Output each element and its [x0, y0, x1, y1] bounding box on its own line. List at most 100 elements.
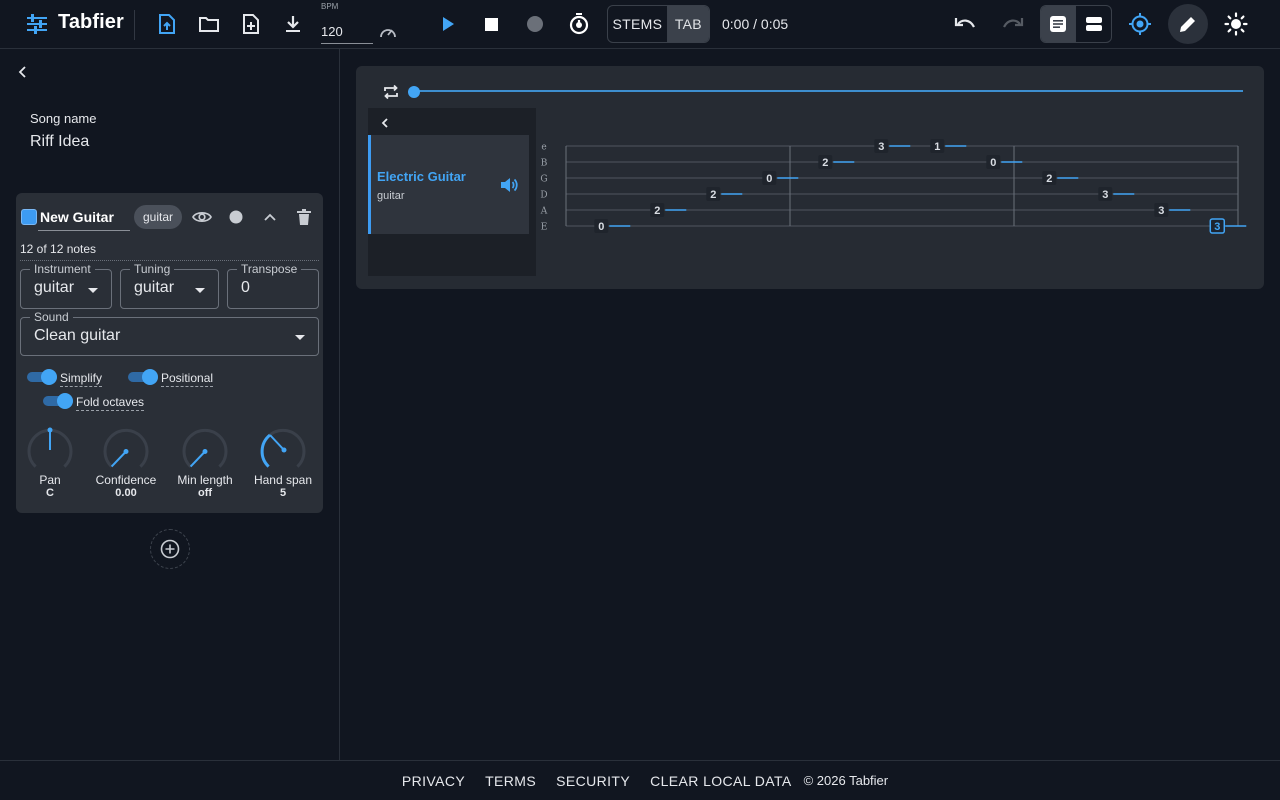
tuning-label: Tuning [130, 262, 175, 276]
terms-link[interactable]: TERMS [475, 773, 546, 789]
track-list-item[interactable]: Electric Guitar guitar [368, 135, 529, 234]
simplify-toggle[interactable] [27, 369, 57, 385]
caret-down-icon [195, 288, 205, 293]
sound-select[interactable]: Sound Clean guitar [20, 310, 319, 356]
speaker-icon [501, 178, 518, 192]
tuning-select[interactable]: Tuning guitar [120, 262, 219, 309]
tab-editor-panel: Electric Guitar guitar eBGDAE 0 2 2 0 2 3 1 0 2 3… [356, 66, 1264, 289]
tempo-button[interactable] [374, 18, 402, 46]
delete-track-button[interactable] [290, 203, 318, 231]
track-name-underline [38, 230, 130, 231]
security-link[interactable]: SECURITY [546, 773, 640, 789]
track-name-field[interactable]: New Guitar [40, 209, 114, 225]
track-color-swatch[interactable] [21, 209, 37, 225]
scrubber-handle[interactable] [408, 86, 420, 98]
chevron-left-icon [381, 118, 388, 128]
confidence-value: 0.00 [115, 487, 137, 499]
tab-note[interactable]: 0 [766, 173, 772, 185]
timeline-scrubber[interactable] [414, 90, 1243, 92]
track-list: Electric Guitar guitar [368, 108, 536, 276]
instrument-label: Instrument [30, 262, 95, 276]
song-name-field[interactable]: Riff Idea [30, 133, 89, 151]
transpose-label: Transpose [237, 262, 302, 276]
app-title: Tabfier [58, 11, 124, 33]
undo-button[interactable] [951, 10, 979, 38]
folder-icon [199, 17, 219, 32]
metronome-button[interactable] [565, 10, 593, 38]
edit-mode-icon-wrap [1174, 10, 1202, 38]
tab-note[interactable]: 3 [1102, 189, 1108, 201]
layout-toggle [1040, 5, 1112, 43]
hand-span-knob[interactable]: Hand span 5 [248, 423, 318, 499]
mute-button[interactable] [499, 176, 519, 194]
collapse-track-button[interactable] [256, 203, 284, 231]
loop-button[interactable] [382, 83, 400, 101]
positional-toggle[interactable] [128, 369, 158, 385]
tab-note[interactable]: 0 [598, 221, 604, 233]
min-length-value: off [197, 487, 213, 499]
mode-stems-button[interactable]: STEMS [608, 6, 668, 42]
new-file-icon [243, 14, 259, 34]
record-button[interactable] [521, 10, 549, 38]
privacy-link[interactable]: PRIVACY [392, 773, 475, 789]
play-button[interactable] [434, 10, 462, 38]
tab-note[interactable]: 2 [822, 157, 828, 169]
tab-note[interactable]: 2 [1046, 173, 1052, 185]
track-solo-button[interactable] [222, 203, 250, 231]
view-mode-toggle: STEMS TAB [607, 5, 710, 43]
track-list-item-name: Electric Guitar [377, 169, 466, 184]
tab-note[interactable]: 2 [654, 205, 660, 217]
clear-local-data-link[interactable]: CLEAR LOCAL DATA [640, 773, 802, 789]
open-folder-button[interactable] [195, 10, 223, 38]
add-track-button[interactable] [150, 529, 190, 569]
caret-down-icon [295, 335, 305, 340]
add-circle-icon [160, 539, 180, 559]
collapse-sidebar-button[interactable] [12, 61, 34, 83]
timer-icon [569, 13, 589, 35]
toggle-thumb [57, 393, 73, 409]
notes-view-button[interactable] [1041, 6, 1077, 42]
tab-note[interactable]: 2 [710, 189, 716, 201]
bpm-input[interactable]: 120 [321, 18, 373, 44]
collapse-track-list-button[interactable] [376, 114, 394, 132]
new-file-button[interactable] [237, 10, 265, 38]
follow-playhead-button[interactable] [1126, 10, 1154, 38]
instrument-select[interactable]: Instrument guitar [20, 262, 112, 309]
hand-span-dial [260, 428, 306, 468]
download-button[interactable] [279, 10, 307, 38]
stop-button[interactable] [477, 10, 505, 38]
lanes-view-button[interactable] [1076, 6, 1111, 42]
pan-knob[interactable]: Pan C [15, 423, 85, 499]
tab-note[interactable]: 3 [1158, 205, 1164, 217]
upload-button[interactable] [153, 10, 181, 38]
toolbar-divider [134, 10, 135, 40]
tab-note[interactable]: 1 [934, 141, 940, 153]
view-notes-icon [1050, 16, 1066, 32]
tab-note[interactable]: 3 [1214, 221, 1220, 233]
theme-toggle-button[interactable] [1222, 10, 1250, 38]
redo-icon [1003, 18, 1024, 28]
confidence-label: Confidence [95, 473, 157, 487]
tab-string-label: D [540, 191, 547, 201]
tablature-staff[interactable]: eBGDAE 0 2 2 0 2 3 1 0 2 3 3 3 [536, 136, 1256, 236]
mode-tab-button[interactable]: TAB [667, 6, 709, 42]
footer: PRIVACY TERMS SECURITY CLEAR LOCAL DATA … [0, 760, 1280, 800]
record-icon [527, 16, 543, 32]
redo-button[interactable] [999, 10, 1027, 38]
toggle-thumb [41, 369, 57, 385]
tab-string-label: G [540, 175, 547, 185]
transpose-input[interactable]: Transpose 0 [227, 262, 319, 309]
confidence-knob[interactable]: Confidence 0.00 [91, 423, 161, 499]
tab-string-label: B [541, 159, 548, 169]
tab-note[interactable]: 3 [878, 141, 884, 153]
tuning-value: guitar [134, 279, 175, 296]
fold-octaves-toggle[interactable] [43, 393, 73, 409]
loop-icon [384, 84, 398, 100]
min-length-knob[interactable]: Min length off [170, 423, 240, 499]
toggle-visibility-button[interactable] [188, 203, 216, 231]
chevron-up-icon [264, 213, 276, 221]
track-card: New Guitar guitar 12 of 12 notes Instrum… [16, 193, 323, 513]
brightness-icon [1224, 12, 1248, 36]
positional-label: Positional [161, 371, 214, 387]
tab-note[interactable]: 0 [990, 157, 996, 169]
